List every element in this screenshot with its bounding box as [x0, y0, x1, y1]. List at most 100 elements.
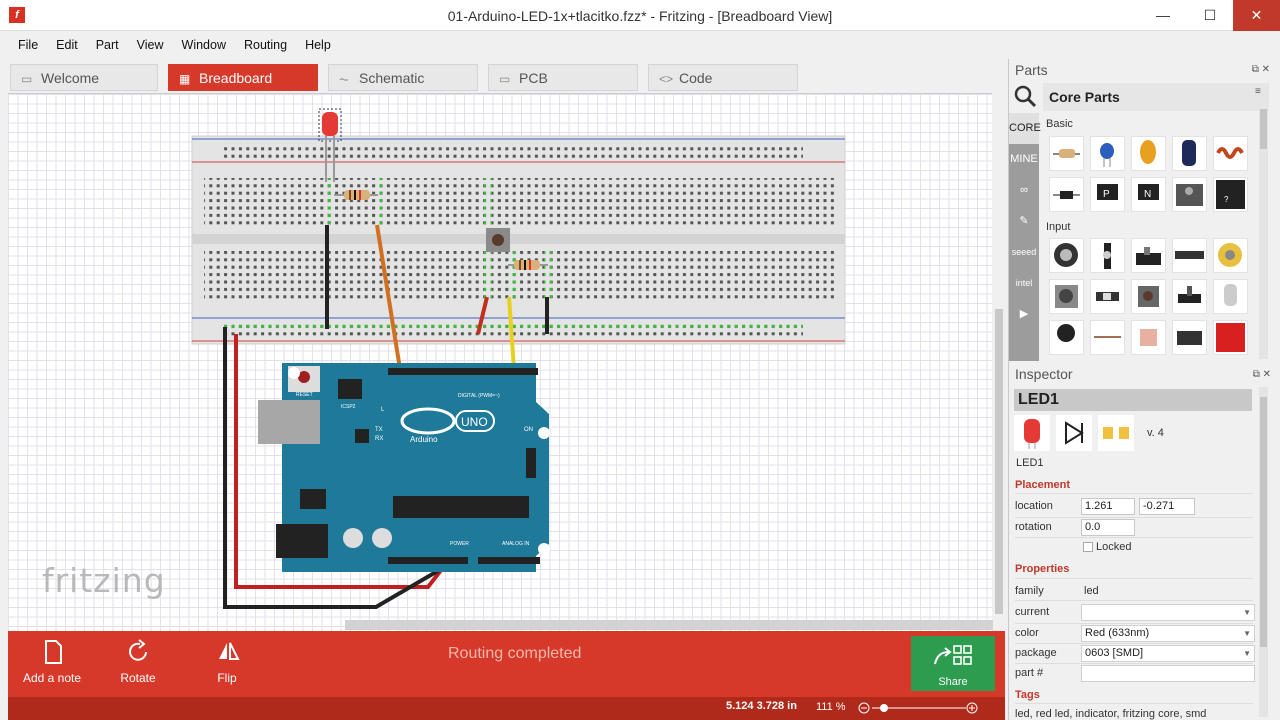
minimize-button[interactable]: —	[1140, 0, 1186, 31]
divider	[1015, 578, 1253, 579]
part-piezo[interactable]	[1213, 238, 1248, 273]
canvas-vertical-scrollbar[interactable]	[993, 93, 1005, 631]
part-rotary-pot[interactable]	[1049, 279, 1084, 314]
part-toggle[interactable]	[1172, 279, 1207, 314]
part-switch[interactable]	[1090, 279, 1125, 314]
family-label: family	[1015, 585, 1044, 597]
part-keypad[interactable]	[1172, 238, 1207, 273]
package-value: 0603 [SMD]	[1085, 647, 1144, 659]
rotate-button[interactable]: Rotate	[98, 631, 178, 697]
menu-help[interactable]: Help	[296, 31, 340, 59]
menu-edit[interactable]: Edit	[47, 31, 87, 59]
add-note-button[interactable]: Add a note	[12, 631, 92, 697]
tab-code[interactable]: <> Code	[648, 64, 798, 91]
part-pushbutton[interactable]	[1131, 279, 1166, 314]
share-button[interactable]: Share	[911, 636, 995, 691]
close-button[interactable]: ✕	[1233, 0, 1280, 31]
uno-label: UNO	[461, 415, 488, 429]
circuit-drawing[interactable]: Arduino UNO RESET ICSP2 DIGITAL (PWM=~) …	[8, 94, 992, 631]
breadboard-canvas[interactable]: Arduino UNO RESET ICSP2 DIGITAL (PWM=~) …	[8, 93, 992, 631]
divider	[1015, 663, 1253, 664]
part-sensor-module[interactable]	[1172, 320, 1207, 355]
canvas-horizontal-scrollbar[interactable]	[345, 620, 993, 630]
bin-arduino-icon[interactable]: ∞	[1009, 175, 1039, 206]
note-icon	[45, 640, 62, 664]
menu-routing[interactable]: Routing	[235, 31, 296, 59]
locked-checkbox[interactable]	[1083, 542, 1093, 552]
pcb-icon: ▭	[499, 72, 511, 86]
part-number-input[interactable]	[1081, 665, 1255, 682]
bin-contrib-icon[interactable]: ✎	[1009, 206, 1039, 237]
part-mystery[interactable]: ?	[1213, 177, 1248, 212]
divider	[1015, 600, 1253, 601]
current-select[interactable]: ▼	[1081, 604, 1255, 621]
part-diode[interactable]	[1049, 177, 1084, 212]
parts-panel-title: Parts	[1015, 62, 1048, 78]
location-x-input[interactable]: 1.261	[1081, 498, 1135, 515]
inspector-title: Inspector	[1015, 366, 1073, 382]
tab-welcome[interactable]: ▭ Welcome	[10, 64, 158, 91]
part-capacitor-electrolytic[interactable]	[1172, 136, 1207, 171]
tab-breadboard[interactable]: ▦ Breadboard	[168, 64, 318, 91]
bin-seeed[interactable]: seeed	[1009, 237, 1039, 268]
tab-pcb[interactable]: ▭ PCB	[488, 64, 638, 91]
bin-title: Core Parts	[1043, 83, 1269, 111]
led-schematic-image	[1056, 415, 1092, 451]
part-potentiometer[interactable]	[1049, 238, 1084, 273]
parts-scrollbar[interactable]	[1259, 109, 1268, 359]
part-inductor[interactable]	[1213, 136, 1248, 171]
tab-label: Schematic	[359, 70, 425, 86]
menu-window[interactable]: Window	[173, 31, 235, 59]
tab-label: Code	[679, 70, 713, 86]
push-button[interactable]	[486, 228, 510, 252]
part-transistor-npn[interactable]: N	[1131, 177, 1166, 212]
search-icon[interactable]	[1013, 84, 1037, 108]
bin-intel[interactable]: intel	[1009, 268, 1039, 299]
package-label: package	[1015, 647, 1057, 659]
breadboard[interactable]	[191, 135, 846, 345]
tx-label: TX	[375, 427, 383, 433]
tab-schematic[interactable]: ⏦ Schematic	[328, 64, 478, 91]
menu-view[interactable]: View	[128, 31, 173, 59]
bin-core[interactable]: CORE	[1009, 113, 1041, 144]
part-encoder[interactable]	[1131, 238, 1166, 273]
part-capacitor-ceramic[interactable]	[1090, 136, 1125, 171]
inspector-scrollbar[interactable]	[1259, 387, 1268, 717]
inspector-panel: Inspector ⧉ ✕ LED1 v. 4 LED1 Placement l…	[1009, 365, 1280, 720]
bin-play-icon[interactable]: ▶	[1009, 299, 1039, 330]
part-mosfet[interactable]	[1172, 177, 1207, 212]
tags-header: Tags	[1015, 689, 1040, 701]
code-icon: <>	[659, 72, 674, 86]
part-breakout-board[interactable]	[1213, 320, 1248, 355]
bin-tabs: CORE MINE ∞ ✎ seeed intel ▶	[1009, 113, 1041, 361]
part-tilt-sensor[interactable]	[1213, 279, 1248, 314]
parts-scroll-thumb[interactable]	[1260, 109, 1267, 149]
bin-mine[interactable]: MINE	[1009, 144, 1039, 175]
menu-file[interactable]: File	[9, 31, 47, 59]
part-transistor-pnp[interactable]: P	[1090, 177, 1125, 212]
parts-panel-controls[interactable]: ⧉ ✕	[1252, 64, 1270, 75]
part-slide-pot[interactable]	[1090, 238, 1125, 273]
routing-status: Routing completed	[448, 645, 582, 662]
menu-part[interactable]: Part	[87, 31, 128, 59]
section-input: Input	[1046, 221, 1071, 233]
part-resistor[interactable]	[1049, 136, 1084, 171]
part-version: v. 4	[1147, 427, 1164, 439]
part-photocell[interactable]	[1131, 320, 1166, 355]
scroll-thumb[interactable]	[995, 309, 1003, 614]
part-mic[interactable]	[1049, 320, 1084, 355]
color-select[interactable]: Red (633nm) ▼	[1081, 625, 1255, 642]
part-wire[interactable]	[1090, 320, 1125, 355]
location-y-input[interactable]: -0.271	[1139, 498, 1195, 515]
maximize-button[interactable]: ☐	[1187, 0, 1233, 31]
breadboard-icon: ▦	[179, 72, 191, 86]
inspector-panel-controls[interactable]: ⧉ ✕	[1253, 369, 1271, 380]
rotation-input[interactable]: 0.0	[1081, 519, 1135, 536]
locked-label: Locked	[1096, 541, 1132, 553]
flip-button[interactable]: Flip	[187, 631, 267, 697]
part-capacitor-tantalum[interactable]	[1131, 136, 1166, 171]
zoom-slider[interactable]	[858, 700, 978, 716]
package-select[interactable]: 0603 [SMD] ▼	[1081, 645, 1255, 662]
bin-menu-icon[interactable]: ≡	[1255, 86, 1261, 97]
divider	[1015, 537, 1253, 538]
